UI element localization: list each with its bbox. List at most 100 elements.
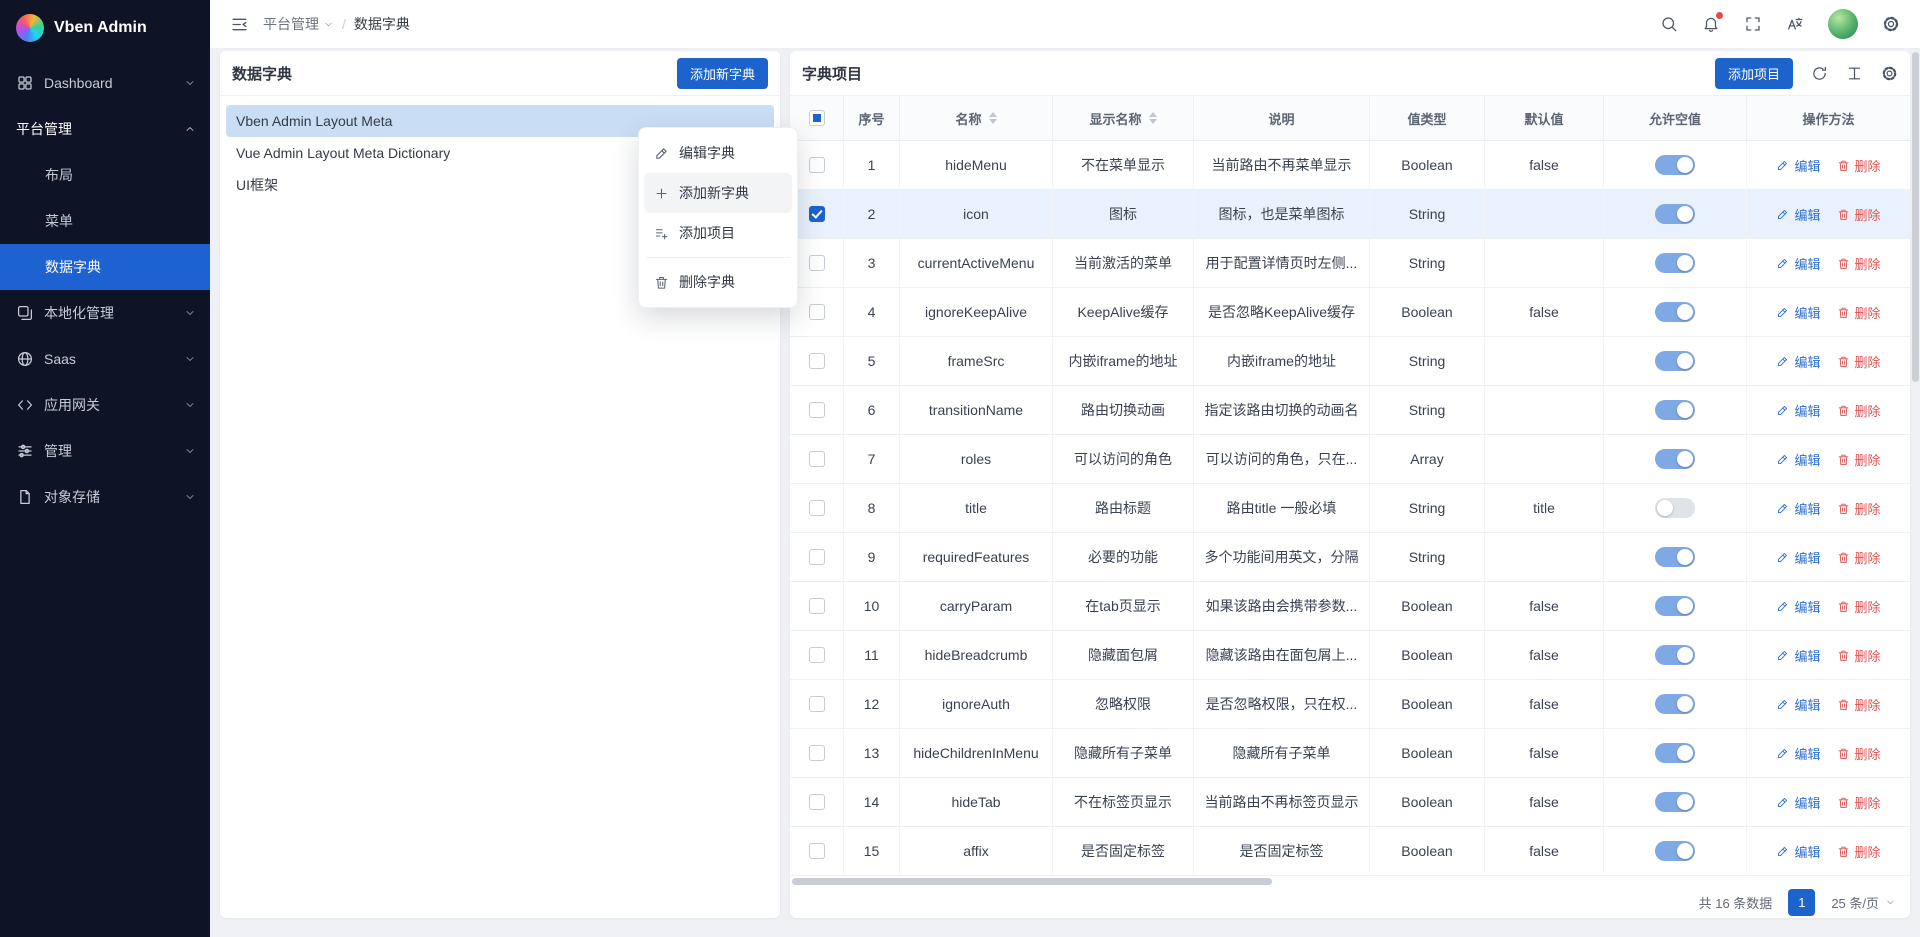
delete-button[interactable]: 删除 (1837, 156, 1881, 175)
allow-empty-toggle[interactable] (1655, 841, 1695, 861)
row-checkbox[interactable] (809, 500, 825, 516)
allow-empty-toggle[interactable] (1655, 253, 1695, 273)
horizontal-scrollbar (790, 877, 1910, 886)
context-menu-item[interactable]: 添加项目 (644, 213, 792, 253)
delete-button[interactable]: 删除 (1837, 450, 1881, 469)
table-settings-gear-icon[interactable] (1881, 65, 1898, 82)
sidebar-subitem-menu[interactable]: 菜单 (0, 198, 210, 244)
edit-button[interactable]: 编辑 (1776, 303, 1820, 322)
edit-button[interactable]: 编辑 (1776, 450, 1820, 469)
sidebar-item-dashboard[interactable]: Dashboard (0, 60, 210, 106)
allow-empty-toggle[interactable] (1655, 694, 1695, 714)
allow-empty-toggle[interactable] (1655, 155, 1695, 175)
context-menu-item[interactable]: 删除字典 (644, 262, 792, 302)
sort-icons[interactable] (1149, 112, 1157, 124)
user-avatar[interactable] (1828, 9, 1858, 39)
edit-button[interactable]: 编辑 (1776, 401, 1820, 420)
allow-empty-toggle[interactable] (1655, 743, 1695, 763)
delete-button[interactable]: 删除 (1837, 842, 1881, 861)
page-size-select[interactable]: 25 条/页 (1831, 893, 1896, 912)
edit-button[interactable]: 编辑 (1776, 744, 1820, 763)
delete-button[interactable]: 删除 (1837, 597, 1881, 616)
delete-button[interactable]: 删除 (1837, 695, 1881, 714)
row-checkbox[interactable] (809, 157, 825, 173)
edit-button[interactable]: 编辑 (1776, 548, 1820, 567)
row-checkbox[interactable] (809, 402, 825, 418)
sidebar-subitem-layout[interactable]: 布局 (0, 152, 210, 198)
logo[interactable]: Vben Admin (0, 0, 210, 56)
row-checkbox[interactable] (809, 598, 825, 614)
menu-fold-icon[interactable] (230, 15, 249, 34)
allow-empty-toggle[interactable] (1655, 204, 1695, 224)
allow-empty-toggle[interactable] (1655, 596, 1695, 616)
allow-empty-toggle[interactable] (1655, 302, 1695, 322)
sidebar-item-saas[interactable]: Saas (0, 336, 210, 382)
search-icon[interactable] (1660, 15, 1678, 33)
edit-button[interactable]: 编辑 (1776, 499, 1820, 518)
sidebar-subitem-data-dictionary[interactable]: 数据字典 (0, 244, 210, 290)
sidebar-item-platform[interactable]: 平台管理 (0, 106, 210, 152)
row-checkbox[interactable] (809, 451, 825, 467)
row-checkbox[interactable] (809, 353, 825, 369)
vertical-scrollbar-thumb[interactable] (1912, 52, 1919, 382)
edit-button[interactable]: 编辑 (1776, 205, 1820, 224)
allow-empty-toggle[interactable] (1655, 351, 1695, 371)
refresh-icon[interactable] (1811, 65, 1828, 82)
row-checkbox[interactable] (809, 745, 825, 761)
sidebar: Vben Admin Dashboard 平台管理 布局菜单数据字典 本地化管理… (0, 0, 210, 937)
edit-button[interactable]: 编辑 (1776, 254, 1820, 273)
edit-button[interactable]: 编辑 (1776, 842, 1820, 861)
page-number-button[interactable]: 1 (1788, 889, 1815, 916)
allow-empty-toggle[interactable] (1655, 645, 1695, 665)
delete-button[interactable]: 删除 (1837, 548, 1881, 567)
row-checkbox[interactable] (809, 304, 825, 320)
row-checkbox[interactable] (809, 647, 825, 663)
horizontal-scrollbar-thumb[interactable] (792, 878, 1272, 885)
delete-button[interactable]: 删除 (1837, 303, 1881, 322)
fullscreen-icon[interactable] (1744, 15, 1762, 33)
edit-button[interactable]: 编辑 (1776, 352, 1820, 371)
allow-empty-toggle[interactable] (1655, 498, 1695, 518)
select-all-checkbox[interactable] (809, 110, 825, 126)
delete-button[interactable]: 删除 (1837, 352, 1881, 371)
add-item-button[interactable]: 添加项目 (1715, 58, 1793, 89)
notification-bell-icon[interactable] (1702, 15, 1720, 33)
delete-button[interactable]: 删除 (1837, 646, 1881, 665)
delete-button[interactable]: 删除 (1837, 793, 1881, 812)
sidebar-item-object-storage[interactable]: 对象存储 (0, 474, 210, 520)
row-checkbox[interactable] (809, 794, 825, 810)
edit-button[interactable]: 编辑 (1776, 646, 1820, 665)
column-display-name[interactable]: 显示名称 (1053, 96, 1194, 140)
allow-empty-toggle[interactable] (1655, 547, 1695, 567)
edit-button[interactable]: 编辑 (1776, 793, 1820, 812)
row-checkbox[interactable] (809, 255, 825, 271)
delete-button[interactable]: 删除 (1837, 744, 1881, 763)
edit-button[interactable]: 编辑 (1776, 597, 1820, 616)
settings-gear-icon[interactable] (1882, 15, 1900, 33)
sidebar-item-admin[interactable]: 管理 (0, 428, 210, 474)
sidebar-item-gateway[interactable]: 应用网关 (0, 382, 210, 428)
row-checkbox[interactable] (809, 549, 825, 565)
edit-button[interactable]: 编辑 (1776, 695, 1820, 714)
delete-button[interactable]: 删除 (1837, 254, 1881, 273)
row-checkbox[interactable] (809, 696, 825, 712)
cell-display-name: 不在菜单显示 (1053, 141, 1194, 189)
breadcrumb-item[interactable]: 平台管理 (263, 14, 334, 34)
allow-empty-toggle[interactable] (1655, 449, 1695, 469)
column-height-icon[interactable] (1846, 65, 1863, 82)
edit-button[interactable]: 编辑 (1776, 156, 1820, 175)
sidebar-item-localization[interactable]: 本地化管理 (0, 290, 210, 336)
translate-icon[interactable] (1786, 15, 1804, 33)
allow-empty-toggle[interactable] (1655, 400, 1695, 420)
context-menu-item[interactable]: 添加新字典 (644, 173, 792, 213)
column-name[interactable]: 名称 (900, 96, 1053, 140)
delete-button[interactable]: 删除 (1837, 401, 1881, 420)
add-dictionary-button[interactable]: 添加新字典 (677, 58, 768, 89)
sort-icons[interactable] (989, 112, 997, 124)
context-menu-item[interactable]: 编辑字典 (644, 133, 792, 173)
row-checkbox[interactable] (809, 843, 825, 859)
delete-button[interactable]: 删除 (1837, 499, 1881, 518)
row-checkbox[interactable] (809, 206, 825, 222)
allow-empty-toggle[interactable] (1655, 792, 1695, 812)
delete-button[interactable]: 删除 (1837, 205, 1881, 224)
